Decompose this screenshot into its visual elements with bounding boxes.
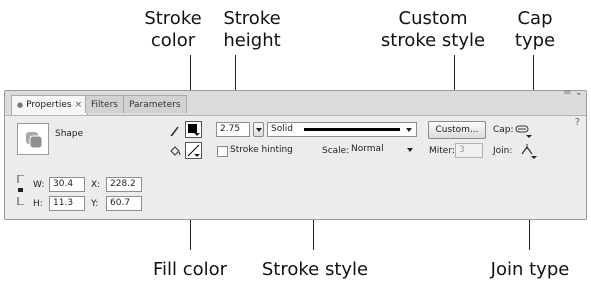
stroke-color-swatch[interactable] xyxy=(185,121,202,138)
tab-filters[interactable]: Filters xyxy=(85,95,124,113)
scale-select[interactable]: Normal xyxy=(348,143,417,158)
x-label: X: xyxy=(91,180,101,190)
join-label: Join: xyxy=(493,146,513,156)
custom-stroke-button[interactable]: Custom... xyxy=(428,121,486,139)
stroke-style-select[interactable]: Solid xyxy=(267,122,417,137)
close-icon[interactable]: × xyxy=(75,100,83,110)
tab-parameters[interactable]: Parameters xyxy=(123,95,187,113)
shape-label: Shape xyxy=(55,129,84,139)
callout-stroke-height: Stroke height xyxy=(223,8,281,51)
stroke-hinting-checkbox[interactable] xyxy=(217,146,228,157)
callout-stroke-style: Stroke style xyxy=(261,259,369,280)
panel-minimize-icon[interactable]: = ⌄ xyxy=(563,87,583,98)
w-label: W: xyxy=(33,180,45,190)
constrain-lock-icon[interactable] xyxy=(17,174,25,206)
shape-thumbnail xyxy=(17,123,49,155)
properties-panel: ● Properties × Filters Parameters = ⌄ ? Sh… xyxy=(4,87,587,220)
stroke-height-dropdown[interactable] xyxy=(253,122,264,137)
stroke-hinting-label: Stroke hinting xyxy=(230,145,293,155)
pencil-icon xyxy=(170,122,180,141)
miter-label: Miter: xyxy=(429,146,455,156)
y-field[interactable]: 60.7 xyxy=(106,196,142,211)
join-type-dropdown[interactable] xyxy=(519,142,539,160)
shape-icon xyxy=(26,132,43,149)
callout-join-type: Join type xyxy=(490,259,570,280)
x-field[interactable]: 228.2 xyxy=(106,177,142,192)
paint-bucket-icon xyxy=(169,142,181,161)
help-icon[interactable]: ? xyxy=(575,117,580,128)
callout-cap-type: Cap type xyxy=(514,8,556,51)
miter-field[interactable]: 3 xyxy=(455,143,483,158)
tab-properties[interactable]: ● Properties × xyxy=(11,95,89,115)
grip-icon: ● xyxy=(17,101,24,109)
callout-custom-stroke-style: Custom stroke style xyxy=(380,8,486,51)
fill-color-swatch[interactable] xyxy=(185,142,202,159)
scale-label: Scale: xyxy=(322,146,350,156)
stroke-style-preview xyxy=(304,128,400,131)
height-field[interactable]: 11.3 xyxy=(49,196,85,211)
h-label: H: xyxy=(33,199,43,209)
y-label: Y: xyxy=(91,199,99,209)
width-field[interactable]: 30.4 xyxy=(49,177,85,192)
cap-type-dropdown[interactable] xyxy=(514,122,534,138)
callout-fill-color: Fill color xyxy=(152,259,228,280)
cap-label: Cap: xyxy=(493,125,514,135)
callout-stroke-color: Stroke color xyxy=(144,8,202,51)
panel-tab-bar: ● Properties × Filters Parameters xyxy=(5,91,586,116)
stroke-height-field[interactable]: 2.75 xyxy=(216,122,250,137)
